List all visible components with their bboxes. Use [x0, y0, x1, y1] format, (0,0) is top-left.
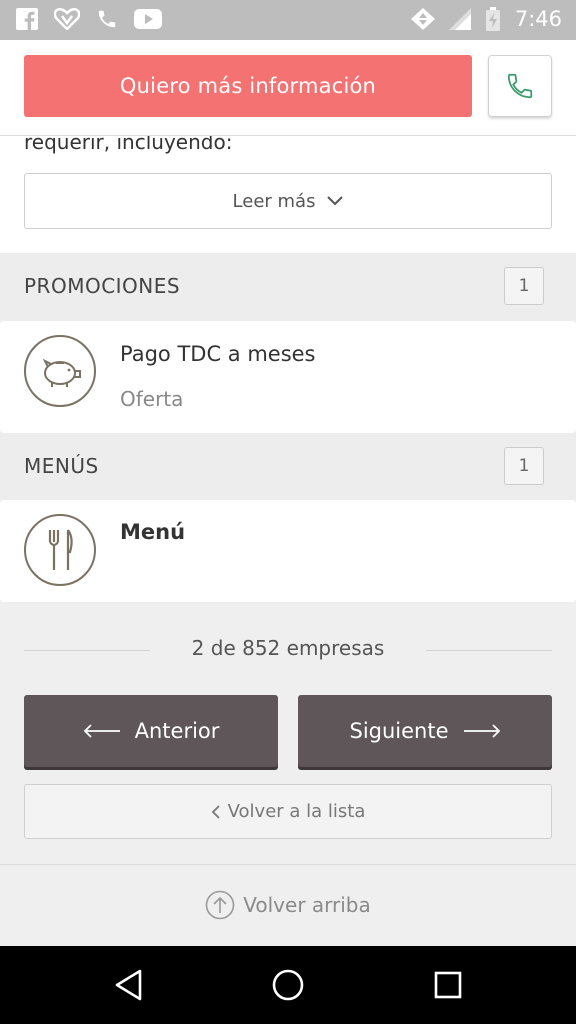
- back-to-list-label: Volver a la lista: [227, 801, 366, 822]
- description-text: requerir, incluyendo:: [24, 136, 233, 154]
- arrow-left-icon: [83, 724, 120, 738]
- request-info-button[interactable]: Quiero más información: [24, 55, 472, 117]
- status-bar: 7:46: [0, 0, 576, 40]
- data-arrows-icon: [410, 8, 435, 30]
- previous-label: Anterior: [134, 719, 220, 743]
- call-button[interactable]: [488, 55, 552, 117]
- back-to-top-link[interactable]: Volver arriba: [0, 890, 576, 920]
- fork-knife-icon: [24, 514, 96, 586]
- arrow-right-icon: [463, 724, 500, 738]
- recents-icon[interactable]: [433, 970, 463, 1000]
- description-section: requerir, incluyendo: Leer más: [0, 136, 576, 253]
- promotion-title: Pago TDC a meses: [120, 342, 316, 366]
- footer-divider: [0, 864, 576, 865]
- notification-icons: [16, 8, 162, 30]
- back-to-list-button[interactable]: Volver a la lista: [24, 784, 552, 839]
- piggy-bank-icon: [24, 335, 96, 407]
- menus-header: MENÚS 1: [0, 433, 576, 501]
- signal-icon: [448, 8, 471, 30]
- menus-count-badge: 1: [504, 447, 544, 485]
- read-more-label: Leer más: [232, 190, 316, 212]
- back-to-top-label: Volver arriba: [243, 893, 371, 917]
- next-label: Siguiente: [349, 719, 449, 743]
- sticky-action-bar: Quiero más información: [0, 40, 576, 136]
- promotions-title: PROMOCIONES: [24, 274, 181, 298]
- clock: 7:46: [514, 7, 562, 31]
- promotions-header: PROMOCIONES 1: [0, 253, 576, 321]
- battery-charging-icon: [485, 7, 500, 31]
- menus-title: MENÚS: [24, 454, 99, 478]
- facebook-icon: [16, 8, 38, 30]
- home-icon[interactable]: [271, 968, 305, 1002]
- system-status: 7:46: [410, 7, 562, 31]
- menu-card[interactable]: Menú: [0, 500, 576, 602]
- arrow-up-circle-icon: [205, 890, 235, 920]
- phone-icon: [98, 10, 116, 28]
- phone-icon: [507, 73, 533, 99]
- chevron-left-icon: [211, 804, 220, 819]
- pager-count: 2 de 852 empresas: [191, 636, 385, 660]
- promotion-subtitle: Oferta: [120, 387, 184, 411]
- page-content[interactable]: Quiero más información requerir, incluye…: [0, 40, 576, 946]
- request-info-label: Quiero más información: [119, 74, 377, 98]
- chevron-down-icon: [327, 196, 344, 206]
- heart-app-icon: [54, 8, 80, 30]
- back-icon[interactable]: [112, 968, 146, 1002]
- promotion-card[interactable]: Pago TDC a meses Oferta: [0, 321, 576, 433]
- promotions-count-badge: 1: [504, 267, 544, 305]
- read-more-button[interactable]: Leer más: [24, 173, 552, 229]
- menu-title: Menú: [120, 520, 186, 544]
- previous-button[interactable]: Anterior: [24, 695, 278, 767]
- android-nav-bar: [0, 946, 576, 1024]
- next-button[interactable]: Siguiente: [298, 695, 552, 767]
- youtube-icon: [134, 9, 162, 29]
